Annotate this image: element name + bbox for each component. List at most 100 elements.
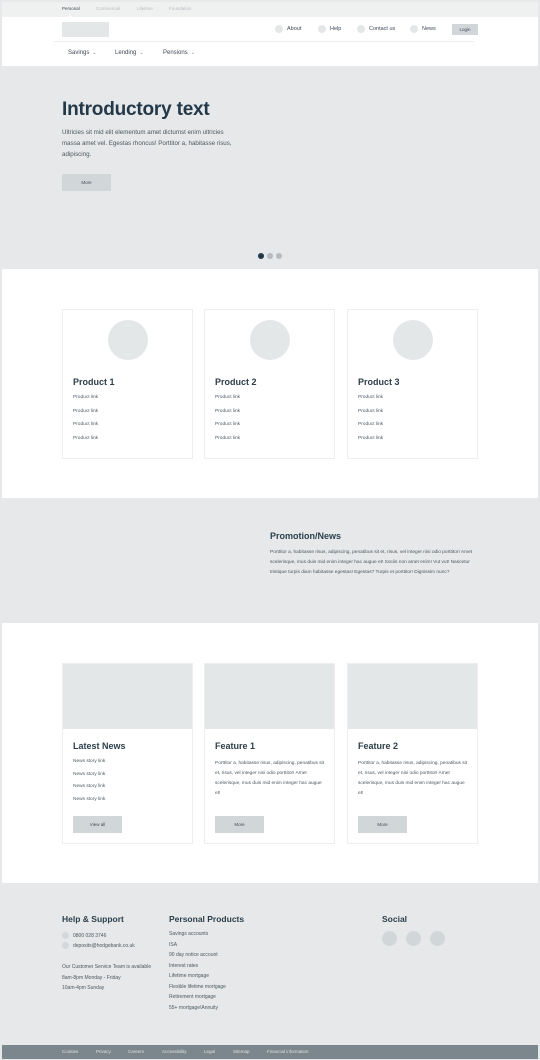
product-link[interactable]: Product link <box>358 422 383 436</box>
service-hours: Our Customer Service Team is available 8… <box>62 962 151 994</box>
footer-product-link[interactable]: 55+ mortgage\Annuity <box>169 1005 226 1016</box>
hours-line: 8am-8pm Monday - Friday <box>62 974 121 981</box>
card-title: Feature 2 <box>358 741 399 751</box>
hero-more-button[interactable]: More <box>62 174 111 191</box>
segment-bar: Personal Commercial Lifetime Foundation <box>2 2 538 18</box>
hero-banner: Introductory text Ultricies sit mid elit… <box>2 66 538 269</box>
news-story-link[interactable]: News story link <box>73 797 105 810</box>
social-icon[interactable] <box>382 931 397 946</box>
footer-product-link[interactable]: Flexible lifetime mortgage <box>169 984 226 995</box>
segment-foundation[interactable]: Foundation <box>169 6 192 11</box>
hours-line: 10am-4pm Sunday <box>62 985 105 991</box>
product-link[interactable]: Product link <box>215 422 240 436</box>
product-card: Product 1 Product link Product link Prod… <box>62 309 193 459</box>
chevron-down-icon: ⌄ <box>92 50 97 56</box>
social-icon[interactable] <box>430 931 445 946</box>
promo-body: Porttitor a, habitasse risus, adipiscing… <box>270 550 473 575</box>
util-link-help[interactable]: Help <box>318 25 341 33</box>
product-link[interactable]: Product link <box>73 395 98 409</box>
product-image-icon <box>393 320 433 360</box>
promo-section: Promotion/News Porttitor a, habitasse ri… <box>2 498 538 623</box>
card-title: Feature 1 <box>215 741 256 751</box>
site-header: About Help Contact us News Login Savings… <box>2 17 538 66</box>
product-link[interactable]: Product link <box>215 395 240 409</box>
segment-personal[interactable]: Personal <box>62 6 80 11</box>
product-link[interactable]: Product link <box>358 409 383 423</box>
news-story-link[interactable]: News story link <box>73 772 105 785</box>
view-all-button[interactable]: View all <box>73 816 122 833</box>
footer-link-legal[interactable]: Legal <box>204 1049 215 1054</box>
product-link[interactable]: Product link <box>215 436 240 450</box>
email-address: deposits@hodgebank.co.uk <box>73 942 135 949</box>
feature-card: Feature 1 Porttitor a, habitasse risus, … <box>204 663 335 844</box>
product-link[interactable]: Product link <box>73 409 98 423</box>
product-links: Product link Product link Product link P… <box>215 395 240 449</box>
util-link-contact[interactable]: Contact us <box>357 25 395 33</box>
news-story-link[interactable]: News story link <box>73 784 105 797</box>
news-story-link[interactable]: News story link <box>73 759 105 772</box>
social-icon[interactable] <box>406 931 421 946</box>
product-link[interactable]: Product link <box>215 409 240 423</box>
chevron-down-icon: ⌄ <box>190 50 195 56</box>
login-button[interactable]: Login <box>452 24 478 35</box>
footer-link-financial-information[interactable]: Financial information <box>267 1049 309 1054</box>
footer-link-sitemap[interactable]: Sitemap <box>233 1049 250 1054</box>
contact-icon <box>357 25 365 33</box>
feature-more-button[interactable]: More <box>215 816 264 833</box>
footer-bottom-bar: Cookies Privacy Careers Accessibility Le… <box>2 1045 538 1059</box>
card-body: Porttitor a, habitasse risus, adipiscing… <box>215 761 325 796</box>
footer-product-link[interactable]: Lifetime mortgage <box>169 973 226 984</box>
footer-product-link[interactable]: Savings accounts <box>169 931 226 942</box>
segment-commercial[interactable]: Commercial <box>96 6 120 11</box>
carousel-dot-3[interactable] <box>276 253 282 259</box>
util-link-about[interactable]: About <box>275 25 301 33</box>
footer-link-cookies[interactable]: Cookies <box>62 1049 78 1054</box>
phone-link[interactable]: 0800 028 3746 <box>62 932 106 939</box>
util-link-label: About <box>287 26 302 32</box>
product-image-icon <box>108 320 148 360</box>
news-icon <box>410 25 418 33</box>
logo[interactable] <box>62 22 109 37</box>
personal-products-list: Savings accounts ISA 90 day notice accou… <box>169 931 226 1015</box>
product-link[interactable]: Product link <box>73 422 98 436</box>
util-link-label: Contact us <box>369 26 396 32</box>
social-title: Social <box>382 914 408 924</box>
help-title: Help & Support <box>62 914 124 924</box>
footer-product-link[interactable]: ISA <box>169 942 226 953</box>
latest-news-card: Latest News News story link News story l… <box>62 663 193 844</box>
products-section: Product 1 Product link Product link Prod… <box>2 269 538 498</box>
product-link[interactable]: Product link <box>358 436 383 450</box>
nav-lending[interactable]: Lending ⌄ <box>115 50 144 56</box>
nav-pensions[interactable]: Pensions ⌄ <box>163 50 195 56</box>
carousel-dot-2[interactable] <box>267 253 273 259</box>
segment-lifetime[interactable]: Lifetime <box>137 6 153 11</box>
card-title: Latest News <box>73 741 126 751</box>
footer-product-link[interactable]: Retirement mortgage <box>169 994 226 1005</box>
product-card: Product 3 Product link Product link Prod… <box>347 309 478 459</box>
carousel-dots <box>258 253 282 259</box>
feature-more-button[interactable]: More <box>358 816 407 833</box>
product-title: Product 1 <box>73 377 115 387</box>
product-link[interactable]: Product link <box>73 436 98 450</box>
product-link[interactable]: Product link <box>358 395 383 409</box>
carousel-dot-1[interactable] <box>258 253 264 259</box>
about-icon <box>275 25 283 33</box>
features-section: Latest News News story link News story l… <box>2 623 538 883</box>
nav-label: Lending <box>115 50 137 56</box>
nav-savings[interactable]: Savings ⌄ <box>68 50 97 56</box>
footer-product-link[interactable]: Interest rates <box>169 963 226 974</box>
footer-link-privacy[interactable]: Privacy <box>96 1049 111 1054</box>
footer-link-accessibility[interactable]: Accessibility <box>162 1049 187 1054</box>
email-link[interactable]: deposits@hodgebank.co.uk <box>62 942 135 949</box>
email-icon <box>62 942 69 949</box>
phone-icon <box>62 932 69 939</box>
product-title: Product 2 <box>215 377 257 387</box>
util-link-label: Help <box>330 26 342 32</box>
footer-product-link[interactable]: 90 day notice account <box>169 952 226 963</box>
footer-link-careers[interactable]: Careers <box>128 1049 144 1054</box>
util-link-news[interactable]: News <box>410 25 436 33</box>
hero-title: Introductory text <box>62 99 210 120</box>
nav-label: Savings <box>68 50 90 56</box>
product-image-icon <box>250 320 290 360</box>
card-image <box>348 664 477 729</box>
